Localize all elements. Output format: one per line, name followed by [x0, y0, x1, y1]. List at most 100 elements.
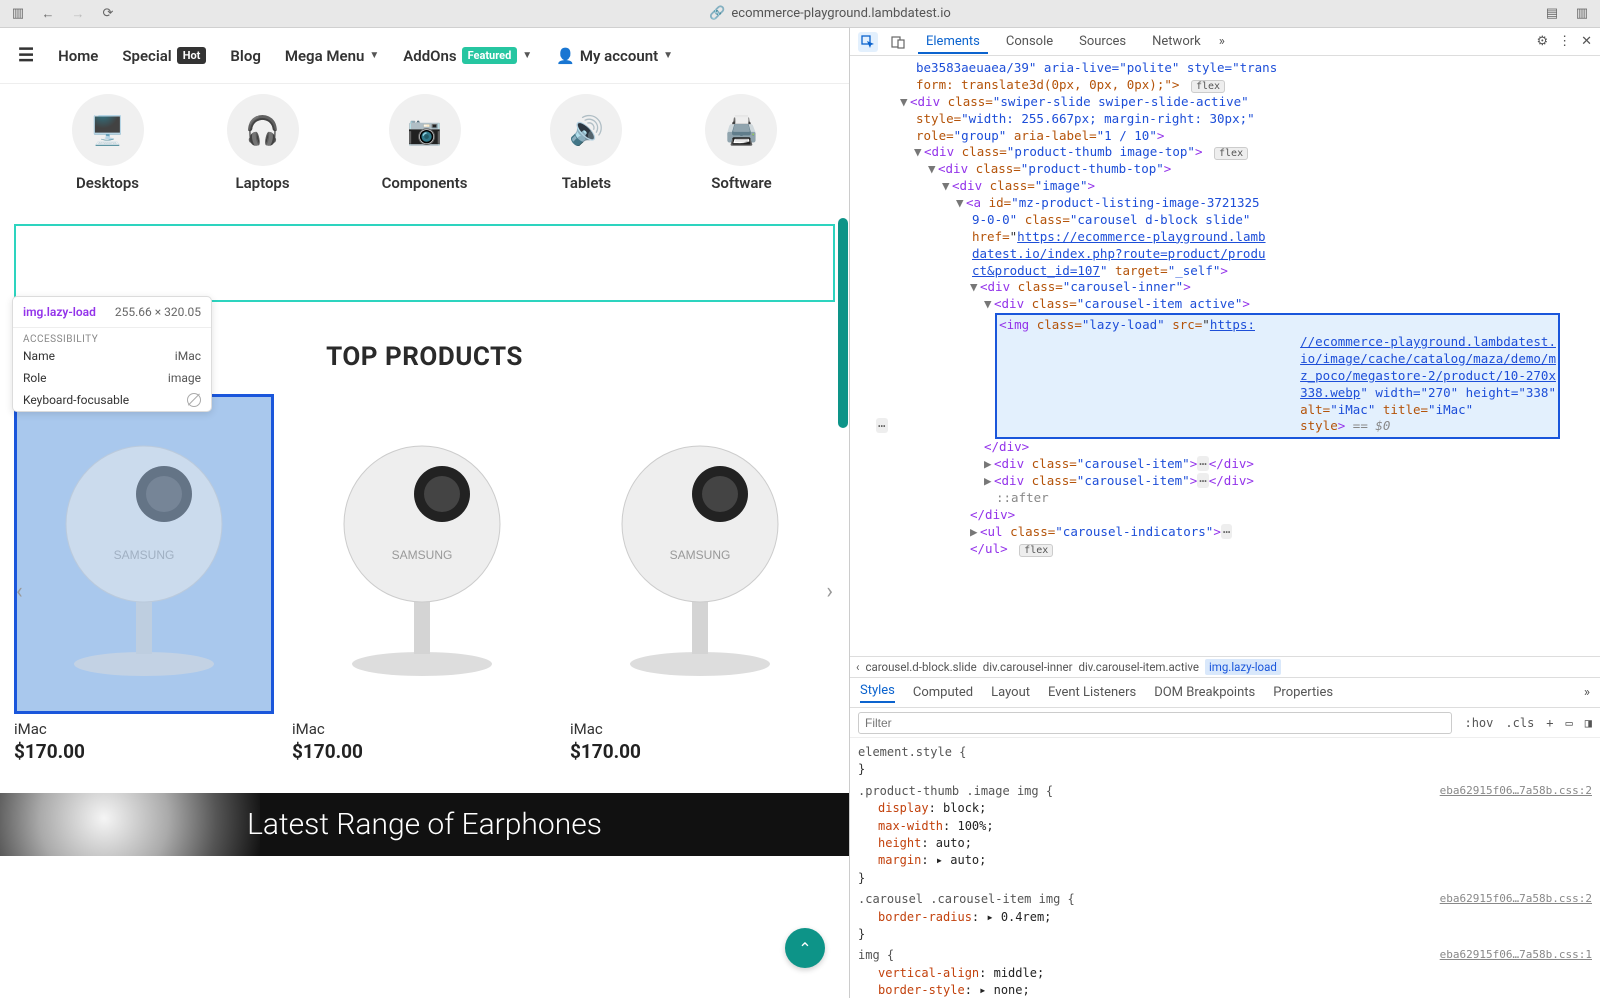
- category-tablets[interactable]: 🔊 Tablets: [550, 94, 622, 192]
- dom-line[interactable]: ▶<div class="carousel-item">⋯</div>: [856, 473, 1594, 490]
- subtab-properties[interactable]: Properties: [1273, 685, 1333, 700]
- carousel-prev-icon[interactable]: ‹: [16, 579, 23, 604]
- more-tabs-icon[interactable]: »: [1219, 34, 1225, 49]
- subtab-computed[interactable]: Computed: [913, 685, 973, 700]
- css-prop-value[interactable]: : auto;: [921, 836, 972, 850]
- breadcrumb-item[interactable]: carousel.d-block.slide: [865, 660, 976, 674]
- carousel-next-icon[interactable]: ›: [826, 579, 833, 604]
- breadcrumb-item-active[interactable]: img.lazy-load: [1205, 659, 1281, 675]
- css-prop-name[interactable]: max-width: [878, 819, 943, 833]
- category-components[interactable]: 📷 Components: [382, 94, 468, 192]
- reader-icon[interactable]: ▤: [1544, 6, 1560, 22]
- dom-line[interactable]: ct&product_id=107" target="_self">: [856, 263, 1594, 280]
- dom-line[interactable]: ▶<div class="carousel-item">⋯</div>: [856, 456, 1594, 473]
- dom-line[interactable]: </div>: [856, 439, 1594, 456]
- cls-toggle[interactable]: .cls: [1505, 716, 1534, 730]
- rule-selector[interactable]: img {: [858, 947, 894, 964]
- css-prop-value[interactable]: : middle;: [979, 966, 1044, 980]
- scroll-to-top-button[interactable]: ⌃: [785, 928, 825, 968]
- dom-line[interactable]: role="group" aria-label="1 / 10">: [856, 128, 1594, 145]
- product-card[interactable]: SAMSUNG iMac $170.00: [570, 394, 830, 763]
- styles-filter-input[interactable]: [858, 712, 1452, 734]
- crumbs-back-icon[interactable]: ‹: [856, 660, 859, 674]
- css-prop-name[interactable]: margin: [878, 853, 921, 867]
- dom-line[interactable]: style="width: 255.667px; margin-right: 3…: [856, 111, 1594, 128]
- more-subtabs-icon[interactable]: »: [1584, 685, 1590, 700]
- settings-icon[interactable]: ⚙: [1536, 34, 1548, 49]
- rule-source[interactable]: eba62915f06…7a58b.css:1: [1440, 947, 1592, 964]
- sidebar-toggle-icon[interactable]: ▥: [10, 6, 26, 22]
- dom-line[interactable]: ▶<ul class="carousel-indicators">⋯: [856, 524, 1594, 541]
- tab-console[interactable]: Console: [998, 30, 1061, 53]
- dom-line[interactable]: be3583aeuaea/39" aria-live="polite" styl…: [856, 60, 1594, 77]
- breadcrumb-item[interactable]: div.carousel-inner: [983, 660, 1073, 674]
- css-prop-value[interactable]: : ▸ none;: [965, 983, 1030, 997]
- subtab-styles[interactable]: Styles: [860, 683, 895, 703]
- tab-elements[interactable]: Elements: [918, 30, 988, 54]
- css-prop-value[interactable]: : ▸ auto;: [921, 853, 986, 867]
- subtab-layout[interactable]: Layout: [991, 685, 1030, 700]
- close-devtools-icon[interactable]: ✕: [1581, 34, 1592, 49]
- rule-source[interactable]: eba62915f06…7a58b.css:2: [1440, 891, 1592, 908]
- dom-line[interactable]: 9-0-0" class="carousel d-block slide": [856, 212, 1594, 229]
- inspect-element-icon[interactable]: [858, 32, 878, 52]
- category-laptops[interactable]: 🎧 Laptops: [227, 94, 299, 192]
- dom-line[interactable]: ▼<div class="image">: [856, 178, 1594, 195]
- earphones-banner[interactable]: Latest Range of Earphones: [0, 793, 849, 856]
- panels-icon[interactable]: ▥: [1574, 6, 1590, 22]
- toggle-sidebar-icon[interactable]: ◨: [1585, 716, 1592, 730]
- dom-line[interactable]: href="https://ecommerce-playground.lamb: [856, 229, 1594, 246]
- hamburger-icon[interactable]: ☰: [18, 45, 34, 66]
- dom-breadcrumbs[interactable]: ‹ carousel.d-block.slide div.carousel-in…: [850, 656, 1600, 678]
- css-prop-name[interactable]: border-style: [878, 983, 965, 997]
- product-card[interactable]: SAMSUNG iMac $170.00: [14, 394, 274, 763]
- nav-mega-menu[interactable]: Mega Menu ▼: [285, 47, 379, 65]
- dom-line[interactable]: ▼<div class="swiper-slide swiper-slide-a…: [856, 94, 1594, 111]
- styles-panel[interactable]: element.style { } .product-thumb .image …: [850, 738, 1600, 998]
- dom-line-highlighted[interactable]: ⋯ <img class="lazy-load" src="https: //e…: [856, 313, 1594, 439]
- nav-special[interactable]: Special Hot: [122, 47, 206, 65]
- promo-banner[interactable]: [14, 224, 835, 302]
- url-bar[interactable]: 🔗 ecommerce-playground.lambdatest.io: [130, 6, 1530, 21]
- nav-addons[interactable]: AddOns Featured ▼: [403, 47, 532, 65]
- breadcrumb-item[interactable]: div.carousel-item.active: [1079, 660, 1199, 674]
- css-prop-value[interactable]: : 100%;: [943, 819, 994, 833]
- category-software[interactable]: 🖨️ Software: [705, 94, 777, 192]
- kebab-menu-icon[interactable]: ⋮: [1558, 34, 1571, 49]
- css-prop-name[interactable]: border-radius: [878, 910, 972, 924]
- css-prop-name[interactable]: height: [878, 836, 921, 850]
- computed-styles-icon[interactable]: ▭: [1566, 716, 1573, 730]
- dom-line[interactable]: </ul> flex: [856, 541, 1594, 558]
- dom-line[interactable]: datest.io/index.php?route=product/produ: [856, 246, 1594, 263]
- rule-selector[interactable]: element.style {: [858, 744, 966, 761]
- hov-toggle[interactable]: :hov: [1464, 716, 1493, 730]
- reload-icon[interactable]: ⟳: [100, 6, 116, 22]
- device-toolbar-icon[interactable]: [888, 32, 908, 52]
- dom-line[interactable]: ▼<a id="mz-product-listing-image-3721325: [856, 195, 1594, 212]
- category-desktops[interactable]: 🖥️ Desktops: [72, 94, 144, 192]
- scrollbar-thumb[interactable]: [838, 218, 848, 428]
- nav-home[interactable]: Home: [58, 47, 98, 65]
- dom-line[interactable]: form: translate3d(0px, 0px, 0px);"> flex: [856, 77, 1594, 94]
- css-prop-value[interactable]: : ▸ 0.4rem;: [972, 910, 1051, 924]
- forward-icon[interactable]: →: [70, 6, 86, 22]
- css-prop-value[interactable]: : block;: [929, 801, 987, 815]
- rule-selector[interactable]: .carousel .carousel-item img {: [858, 891, 1075, 908]
- tab-network[interactable]: Network: [1144, 30, 1209, 53]
- add-rule-icon[interactable]: +: [1546, 716, 1553, 730]
- dom-line[interactable]: </div>: [856, 507, 1594, 524]
- tab-sources[interactable]: Sources: [1071, 30, 1134, 53]
- dom-tree[interactable]: be3583aeuaea/39" aria-live="polite" styl…: [850, 56, 1600, 656]
- dom-line[interactable]: ::after: [856, 490, 1594, 507]
- back-icon[interactable]: ←: [40, 6, 56, 22]
- product-card[interactable]: SAMSUNG iMac $170.00: [292, 394, 552, 763]
- subtab-event-listeners[interactable]: Event Listeners: [1048, 685, 1136, 700]
- css-prop-name[interactable]: display: [878, 801, 929, 815]
- nav-account[interactable]: 👤 My account ▼: [556, 47, 673, 65]
- css-prop-name[interactable]: vertical-align: [878, 966, 979, 980]
- nav-blog[interactable]: Blog: [230, 47, 260, 65]
- rule-selector[interactable]: .product-thumb .image img {: [858, 783, 1053, 800]
- dom-line[interactable]: ▼<div class="product-thumb image-top"> f…: [856, 144, 1594, 161]
- dom-line[interactable]: ▼<div class="carousel-inner">: [856, 279, 1594, 296]
- subtab-dom-breakpoints[interactable]: DOM Breakpoints: [1154, 685, 1255, 700]
